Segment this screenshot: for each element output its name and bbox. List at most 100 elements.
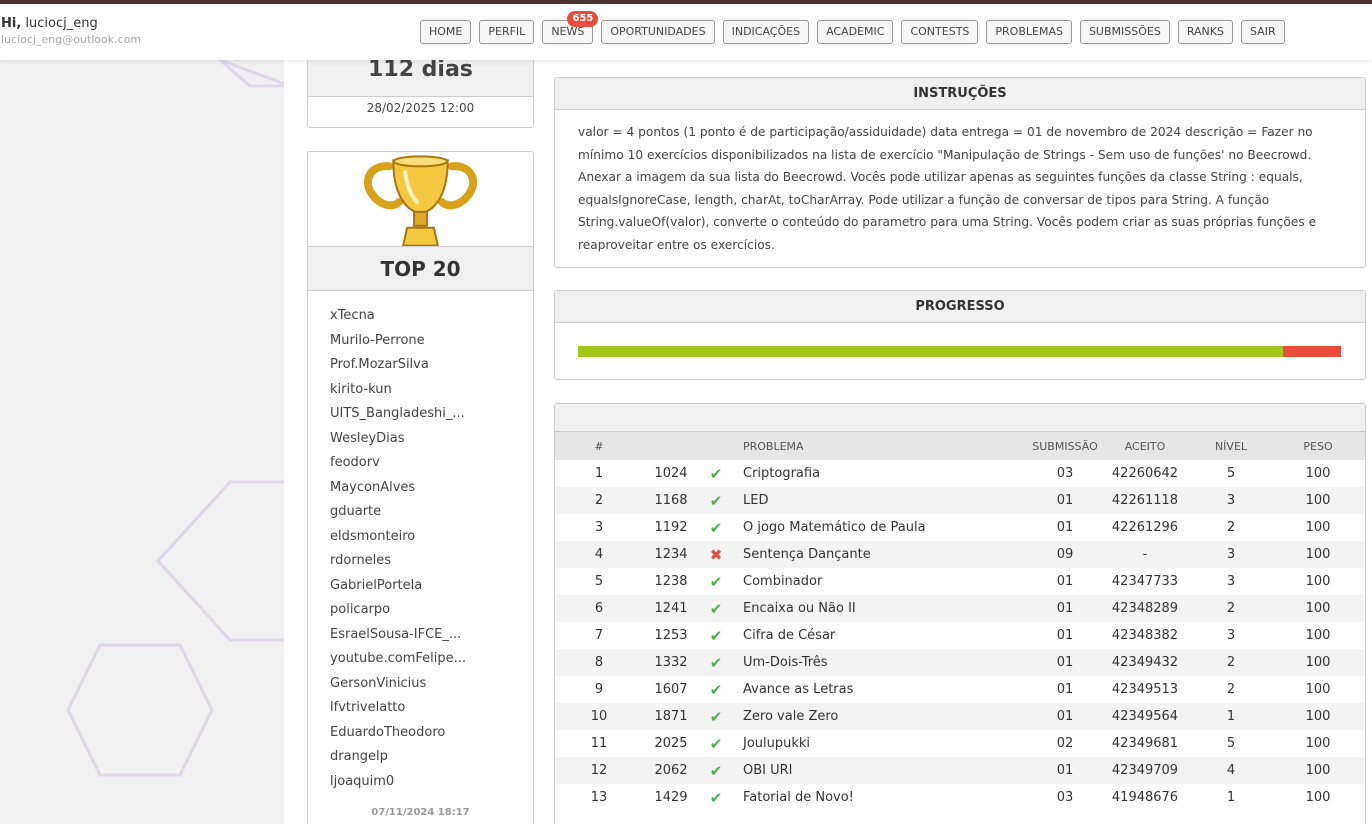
table-row[interactable]: 10 1871 ✔ Zero vale Zero 01 42349564 1 100 xyxy=(555,703,1365,730)
ranking-user[interactable]: Prof.MozarSilva xyxy=(330,357,466,382)
accepted-run-id[interactable]: 42349564 xyxy=(1099,703,1191,730)
ranking-user[interactable]: kirito-kun xyxy=(330,382,466,407)
problem-id[interactable]: 1168 xyxy=(643,487,699,514)
problem-id[interactable]: 1192 xyxy=(643,514,699,541)
submission-count: 01 xyxy=(1056,709,1074,724)
top-bar: Hi, luciocj_eng luciocj_eng@outlook.com … xyxy=(0,0,1372,60)
problem-id[interactable]: 1234 xyxy=(643,541,699,568)
nav-academic-button[interactable]: ACADEMIC xyxy=(817,20,894,44)
accepted-run-id[interactable]: 42260642 xyxy=(1099,460,1191,487)
problem-name[interactable]: Cifra de César xyxy=(733,622,1031,649)
table-row[interactable]: 2 1168 ✔ LED 01 42261118 3 100 xyxy=(555,487,1365,514)
accepted-run-id[interactable]: 42348289 xyxy=(1099,595,1191,622)
nav-problemas-button[interactable]: PROBLEMAS xyxy=(986,20,1072,44)
problem-weight: 100 xyxy=(1305,709,1331,724)
table-row[interactable]: 3 1192 ✔ O jogo Matemático de Paula 01 422612… xyxy=(555,514,1365,541)
problem-id[interactable]: 2025 xyxy=(643,730,699,757)
ranking-user[interactable]: GabrielPortela xyxy=(330,578,466,603)
ranking-user[interactable]: ljoaquim0 xyxy=(330,774,466,799)
col-id xyxy=(643,432,699,460)
table-row[interactable]: 5 1238 ✔ Combinador 01 42347733 3 100 xyxy=(555,568,1365,595)
table-row[interactable]: 11 2025 ✔ Joulupukki 02 42349681 5 100 xyxy=(555,730,1365,757)
ranking-user[interactable]: lfvtrivelatto xyxy=(330,700,466,725)
problem-name[interactable]: Joulupukki xyxy=(733,730,1031,757)
accepted-run-id[interactable]: 42261118 xyxy=(1099,487,1191,514)
problem-name[interactable]: Avance as Letras xyxy=(733,676,1031,703)
problem-name[interactable]: Encaixa ou Não II xyxy=(733,595,1031,622)
col-accepted: ACEITO xyxy=(1124,439,1166,453)
ranking-user[interactable]: gduarte xyxy=(330,504,466,529)
accepted-run-id[interactable]: 42349513 xyxy=(1099,676,1191,703)
nav-contests-button[interactable]: CONTESTS xyxy=(901,20,979,44)
cross-icon: ✖ xyxy=(709,545,723,564)
table-row[interactable]: 13 1429 ✔ Fatorial de Novo! 03 41948676 1 100 xyxy=(555,784,1365,811)
nav-home-button[interactable]: HOME xyxy=(420,20,472,44)
ranking-user[interactable]: feodorv xyxy=(330,455,466,480)
nav-oportunidades-button[interactable]: OPORTUNIDADES xyxy=(601,20,715,44)
ranking-user[interactable]: EduardoTheodoro xyxy=(330,725,466,750)
problem-id[interactable]: 1429 xyxy=(643,784,699,811)
table-row[interactable]: 12 2062 ✔ OBI URI 01 42349709 4 100 xyxy=(555,757,1365,784)
row-number: 10 xyxy=(590,709,608,724)
ranking-user[interactable]: UITS_Bangladeshi_... xyxy=(330,406,466,431)
problem-name[interactable]: Criptografia xyxy=(733,460,1031,487)
problem-id[interactable]: 1332 xyxy=(643,649,699,676)
table-row[interactable]: 9 1607 ✔ Avance as Letras 01 42349513 2 100 xyxy=(555,676,1365,703)
problem-name[interactable]: Zero vale Zero xyxy=(733,703,1031,730)
table-row[interactable]: 4 1234 ✖ Sentença Dançante 09 - 3 100 xyxy=(555,541,1365,568)
check-icon: ✔ xyxy=(709,464,723,483)
problem-name[interactable]: OBI URI xyxy=(733,757,1031,784)
nav-sair-button[interactable]: SAIR xyxy=(1240,20,1285,44)
problem-id[interactable]: 1253 xyxy=(643,622,699,649)
problem-weight: 100 xyxy=(1305,574,1331,589)
problem-name[interactable]: Um-Dois-Três xyxy=(733,649,1031,676)
ranking-user[interactable]: GersonVinicius xyxy=(330,676,466,701)
accepted-run-id[interactable]: 42349709 xyxy=(1099,757,1191,784)
nav-news-button[interactable]: NEWS 655 xyxy=(542,11,599,44)
accepted-run-id[interactable]: 42349432 xyxy=(1099,649,1191,676)
accepted-run-id[interactable]: 42261296 xyxy=(1099,514,1191,541)
check-icon: ✔ xyxy=(709,518,723,537)
problem-name[interactable]: Sentença Dançante xyxy=(733,541,1031,568)
nav-ranks-button[interactable]: RANKS xyxy=(1177,20,1233,44)
problem-name[interactable]: Fatorial de Novo! xyxy=(733,784,1031,811)
problem-id[interactable]: 1024 xyxy=(643,460,699,487)
ranking-user[interactable]: policarpo xyxy=(330,602,466,627)
problem-id[interactable]: 1607 xyxy=(643,676,699,703)
problem-weight: 100 xyxy=(1305,466,1331,481)
accepted-run-id[interactable]: 41948676 xyxy=(1099,784,1191,811)
problem-id[interactable]: 1238 xyxy=(643,568,699,595)
table-row[interactable]: 6 1241 ✔ Encaixa ou Não II 01 42348289 2 100 xyxy=(555,595,1365,622)
ranking-user[interactable]: MayconAlves xyxy=(330,480,466,505)
nav-submissoes-button[interactable]: SUBMISSÕES xyxy=(1079,20,1170,44)
ranking-user[interactable]: youtube.comFelipe... xyxy=(330,651,466,676)
problem-id[interactable]: 1241 xyxy=(643,595,699,622)
problem-id[interactable]: 2062 xyxy=(643,757,699,784)
col-weight: PESO xyxy=(1303,439,1333,453)
nav-perfil-button[interactable]: PERFIL xyxy=(479,20,535,44)
table-row[interactable]: 1 1024 ✔ Criptografia 03 42260642 5 100 xyxy=(555,460,1365,487)
problem-name[interactable]: Combinador xyxy=(733,568,1031,595)
problem-weight: 100 xyxy=(1305,655,1331,670)
ranking-user[interactable]: drangelp xyxy=(330,749,466,774)
problem-id[interactable]: 1871 xyxy=(643,703,699,730)
problem-level: 3 xyxy=(1226,493,1236,508)
problem-weight: 100 xyxy=(1305,682,1331,697)
problem-name[interactable]: LED xyxy=(733,487,1031,514)
nav-indicacoes-button[interactable]: INDICAÇÕES xyxy=(722,20,810,44)
accepted-run-id[interactable]: 42349681 xyxy=(1099,730,1191,757)
accepted-run-id[interactable]: 42348382 xyxy=(1099,622,1191,649)
ranking-user[interactable]: EsraelSousa-IFCE_... xyxy=(330,627,466,652)
ranking-user[interactable]: rdorneles xyxy=(330,553,466,578)
problem-level: 5 xyxy=(1226,736,1236,751)
row-number: 5 xyxy=(594,574,604,589)
accepted-run-id[interactable]: 42347733 xyxy=(1099,568,1191,595)
ranking-user[interactable]: xTecna xyxy=(330,308,466,333)
ranking-user[interactable]: eldsmonteiro xyxy=(330,529,466,554)
table-row[interactable]: 8 1332 ✔ Um-Dois-Três 01 42349432 2 100 xyxy=(555,649,1365,676)
accepted-run-id[interactable]: - xyxy=(1099,541,1191,568)
ranking-user[interactable]: WesleyDias xyxy=(330,431,466,456)
problem-name[interactable]: O jogo Matemático de Paula xyxy=(733,514,1031,541)
table-row[interactable]: 7 1253 ✔ Cifra de César 01 42348382 3 100 xyxy=(555,622,1365,649)
ranking-user[interactable]: Murilo-Perrone xyxy=(330,333,466,358)
